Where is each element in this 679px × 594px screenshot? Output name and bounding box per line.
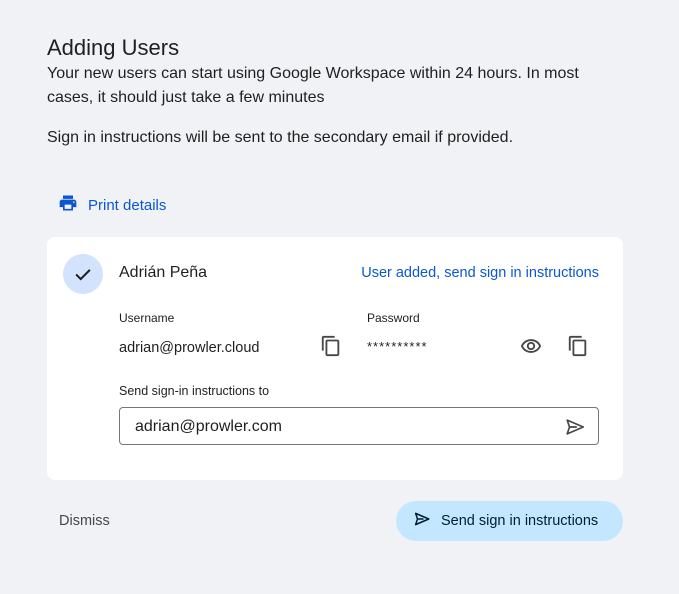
- eye-icon: [520, 339, 542, 353]
- send-sign-in-instructions-button[interactable]: Send sign in instructions: [396, 501, 623, 541]
- user-name: Adrián Peña: [119, 264, 208, 281]
- send-to-field: [119, 407, 599, 445]
- send-email-button[interactable]: [562, 414, 588, 440]
- print-details-label: Print details: [88, 196, 167, 214]
- send-icon: [413, 510, 431, 532]
- copy-password-button[interactable]: [564, 332, 592, 360]
- user-added-check: [63, 254, 103, 294]
- dismiss-button[interactable]: Dismiss: [59, 511, 110, 531]
- send-button-label: Send sign in instructions: [441, 513, 599, 529]
- print-details-link[interactable]: Print details: [58, 194, 166, 216]
- username-label: Username: [119, 311, 175, 325]
- user-card: Adrián Peña User added, send sign in ins…: [47, 237, 623, 480]
- instructions-note: Sign in instructions will be sent to the…: [47, 129, 514, 146]
- copy-icon: [321, 335, 340, 357]
- copy-username-button[interactable]: [317, 332, 345, 360]
- username-value: adrian@prowler.cloud: [119, 340, 260, 356]
- send-to-label: Send sign-in instructions to: [119, 384, 270, 398]
- password-value: **********: [367, 339, 428, 354]
- send-to-email-input[interactable]: [135, 416, 535, 438]
- page-description: Your new users can start using Google Wo…: [47, 65, 579, 106]
- printer-icon: [58, 193, 78, 217]
- send-instructions-link[interactable]: User added, send sign in instructions: [361, 263, 599, 283]
- page-title: Adding Users: [47, 35, 180, 60]
- send-icon: [566, 419, 585, 435]
- show-password-button[interactable]: [517, 332, 545, 360]
- password-label: Password: [367, 311, 420, 325]
- copy-icon: [568, 335, 587, 357]
- checkmark-icon: [75, 269, 91, 281]
